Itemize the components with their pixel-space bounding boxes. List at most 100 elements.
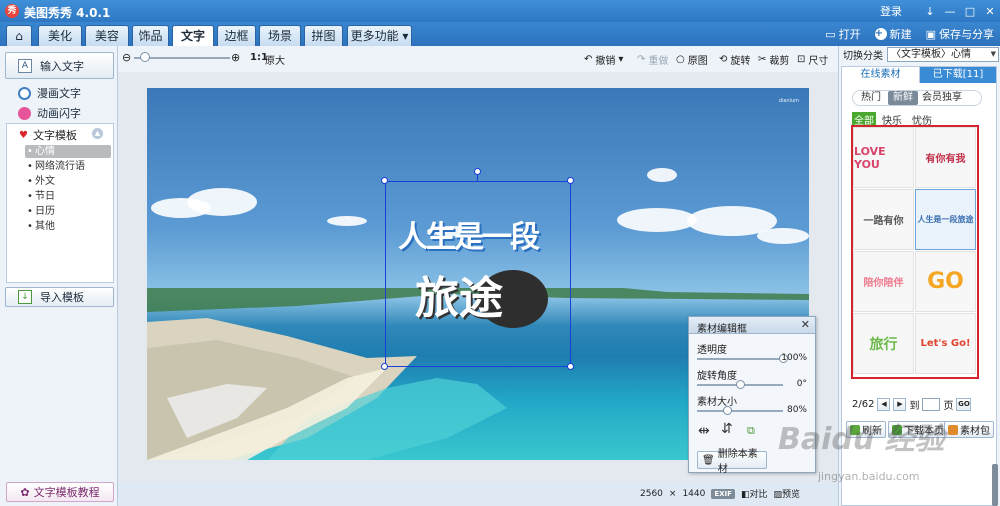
- flip-horizontal-icon[interactable]: ⇹: [698, 423, 710, 439]
- resize-handle-bl[interactable]: [381, 363, 388, 370]
- flip-vertical-icon[interactable]: ⇵: [721, 421, 733, 437]
- rotate-angle-knob[interactable]: [736, 380, 745, 389]
- tab-more-features[interactable]: 更多功能 ▾: [347, 25, 412, 46]
- size-knob[interactable]: [723, 406, 733, 415]
- cloud-shape: [327, 216, 367, 226]
- animated-text-link[interactable]: 动画闪字: [18, 105, 81, 121]
- tab-collage[interactable]: 拼图: [304, 25, 343, 46]
- zoom-out-icon[interactable]: ⊖: [122, 51, 131, 64]
- crop-button[interactable]: ✂ 裁剪: [758, 52, 789, 67]
- pager-to-label: 到: [909, 401, 920, 412]
- page-number-input[interactable]: [922, 398, 941, 411]
- sticker-thumb[interactable]: GO: [915, 251, 976, 312]
- sticker-text-line2: 旅途: [415, 273, 503, 324]
- sticker-text-line1: 人生是一段: [398, 220, 540, 255]
- minimize-button[interactable]: —: [940, 5, 960, 18]
- editor-header[interactable]: 素材编辑框 ✕: [689, 317, 815, 335]
- cloud-shape: [647, 168, 677, 182]
- template-tutorial-button[interactable]: ✿ 文字模板教程: [6, 482, 114, 502]
- sticker-thumb-selected[interactable]: 人生是一段旅途: [915, 189, 976, 250]
- right-scrollbar[interactable]: [992, 464, 998, 506]
- close-button[interactable]: ✕: [980, 5, 1000, 18]
- next-page-button[interactable]: ▶: [893, 398, 907, 411]
- size-slider[interactable]: [697, 410, 783, 412]
- template-sub-festival[interactable]: 节日: [25, 190, 111, 203]
- redo-button[interactable]: ↷ 重做: [637, 52, 668, 67]
- input-text-button[interactable]: A 输入文字: [5, 52, 114, 79]
- filter-new[interactable]: 新鲜: [888, 91, 918, 105]
- template-header[interactable]: ♥ 文字模板: [19, 127, 77, 143]
- new-button[interactable]: + 新建: [874, 26, 912, 42]
- tab-downloaded[interactable]: 已下载[11]: [920, 67, 996, 83]
- pager-page-label: 页: [943, 401, 954, 412]
- maximize-button[interactable]: □: [960, 5, 980, 18]
- open-button[interactable]: ▭ 打开: [825, 26, 860, 42]
- redo-icon: ↷: [637, 54, 646, 65]
- preview-button[interactable]: ▨预览: [773, 487, 800, 500]
- tab-home[interactable]: ⌂: [6, 25, 32, 46]
- baidu-watermark-url: jingyan.baidu.com: [818, 470, 920, 483]
- exif-badge[interactable]: EXIF: [711, 488, 735, 499]
- editor-close-icon[interactable]: ✕: [801, 318, 810, 331]
- cloud-shape: [617, 208, 697, 232]
- filter-hot[interactable]: 热门: [856, 91, 886, 105]
- tab-border[interactable]: 边框: [217, 25, 256, 46]
- template-sub-mood[interactable]: 心情: [25, 145, 111, 158]
- tab-text[interactable]: 文字: [172, 25, 214, 47]
- copy-icon[interactable]: ⧉: [747, 424, 755, 438]
- resize-handle-tl[interactable]: [381, 177, 388, 184]
- login-link[interactable]: 登录: [880, 3, 902, 19]
- text-a-icon: A: [18, 58, 32, 73]
- original-size-button[interactable]: 原大: [265, 52, 285, 67]
- zoom-in-icon[interactable]: ⊕: [231, 51, 240, 64]
- tab-beauty[interactable]: 美容: [85, 25, 129, 46]
- compare-button[interactable]: ◧对比: [741, 487, 768, 500]
- sticker-thumb[interactable]: 一路有你: [853, 189, 914, 250]
- delete-material-button[interactable]: 🗑 删除本素材: [697, 449, 767, 475]
- comic-text-link[interactable]: 漫画文字: [18, 85, 81, 101]
- undo-button[interactable]: ↶ 撤销 ▾: [584, 52, 623, 67]
- resize-button[interactable]: ⊡ 尺寸: [797, 52, 828, 67]
- template-sub-foreign[interactable]: 外文: [25, 175, 111, 188]
- resize-icon: ⊡: [797, 54, 806, 65]
- tab-scene[interactable]: 场景: [259, 25, 301, 46]
- tab-beautify[interactable]: 美化: [38, 25, 82, 46]
- category-select[interactable]: 〈文字模板〉心情: [887, 47, 999, 62]
- filter-members[interactable]: 会员独享: [920, 91, 964, 105]
- rotate-handle[interactable]: [474, 168, 481, 175]
- go-button[interactable]: GO: [956, 398, 972, 411]
- sticker-thumb[interactable]: Let's Go!: [915, 313, 976, 374]
- package-icon: [948, 424, 958, 435]
- rotate-button[interactable]: ⟲ 旋转: [719, 52, 750, 67]
- original-image-button[interactable]: ○ 原图: [676, 52, 708, 67]
- switch-category-label: 切换分类: [843, 51, 883, 62]
- plus-icon: +: [874, 28, 887, 40]
- opacity-slider[interactable]: [697, 358, 783, 360]
- save-share-button[interactable]: ▣ 保存与分享: [926, 26, 994, 42]
- undo-icon: ↶: [584, 54, 593, 65]
- template-sub-calendar[interactable]: 日历: [25, 205, 111, 218]
- prev-page-button[interactable]: ◀: [877, 398, 891, 411]
- tab-accessory[interactable]: 饰品: [132, 25, 169, 46]
- sticker-thumb[interactable]: 有你有我: [915, 127, 976, 188]
- skin-download-icon[interactable]: ↓: [920, 5, 940, 18]
- material-pack-button[interactable]: 素材包: [944, 421, 994, 438]
- sticker-thumb[interactable]: 陪你陪伴: [853, 251, 914, 312]
- sticker-thumb[interactable]: LOVE YOU: [853, 127, 914, 188]
- template-sub-other[interactable]: 其他: [25, 220, 111, 233]
- heart-icon: ♥: [19, 129, 28, 141]
- tab-online-materials[interactable]: 在线素材: [842, 67, 920, 83]
- resize-handle-br[interactable]: [567, 363, 574, 370]
- resize-handle-tr[interactable]: [567, 177, 574, 184]
- page-indicator: 2/62: [852, 399, 875, 410]
- menu-bar: ⌂ 美化 美容 饰品 文字 边框 场景 拼图 更多功能 ▾ ▭ 打开 + 新建 ▣ 保…: [0, 22, 1000, 47]
- app-logo-icon: 秀: [5, 4, 19, 18]
- times-sign: ×: [668, 488, 677, 499]
- sticker-thumb[interactable]: 旅行: [853, 313, 914, 374]
- sparkle-icon: [18, 106, 31, 120]
- template-sub-internet-slang[interactable]: 网络流行语: [25, 160, 111, 173]
- zoom-slider-knob[interactable]: [140, 52, 150, 62]
- collapse-icon[interactable]: ▲: [92, 128, 103, 139]
- import-template-button[interactable]: ↓ 导入模板: [5, 287, 114, 307]
- sticker-grid: LOVE YOU 有你有我 一路有你 人生是一段旅途 陪你陪伴 GO 旅行 Le…: [851, 125, 979, 379]
